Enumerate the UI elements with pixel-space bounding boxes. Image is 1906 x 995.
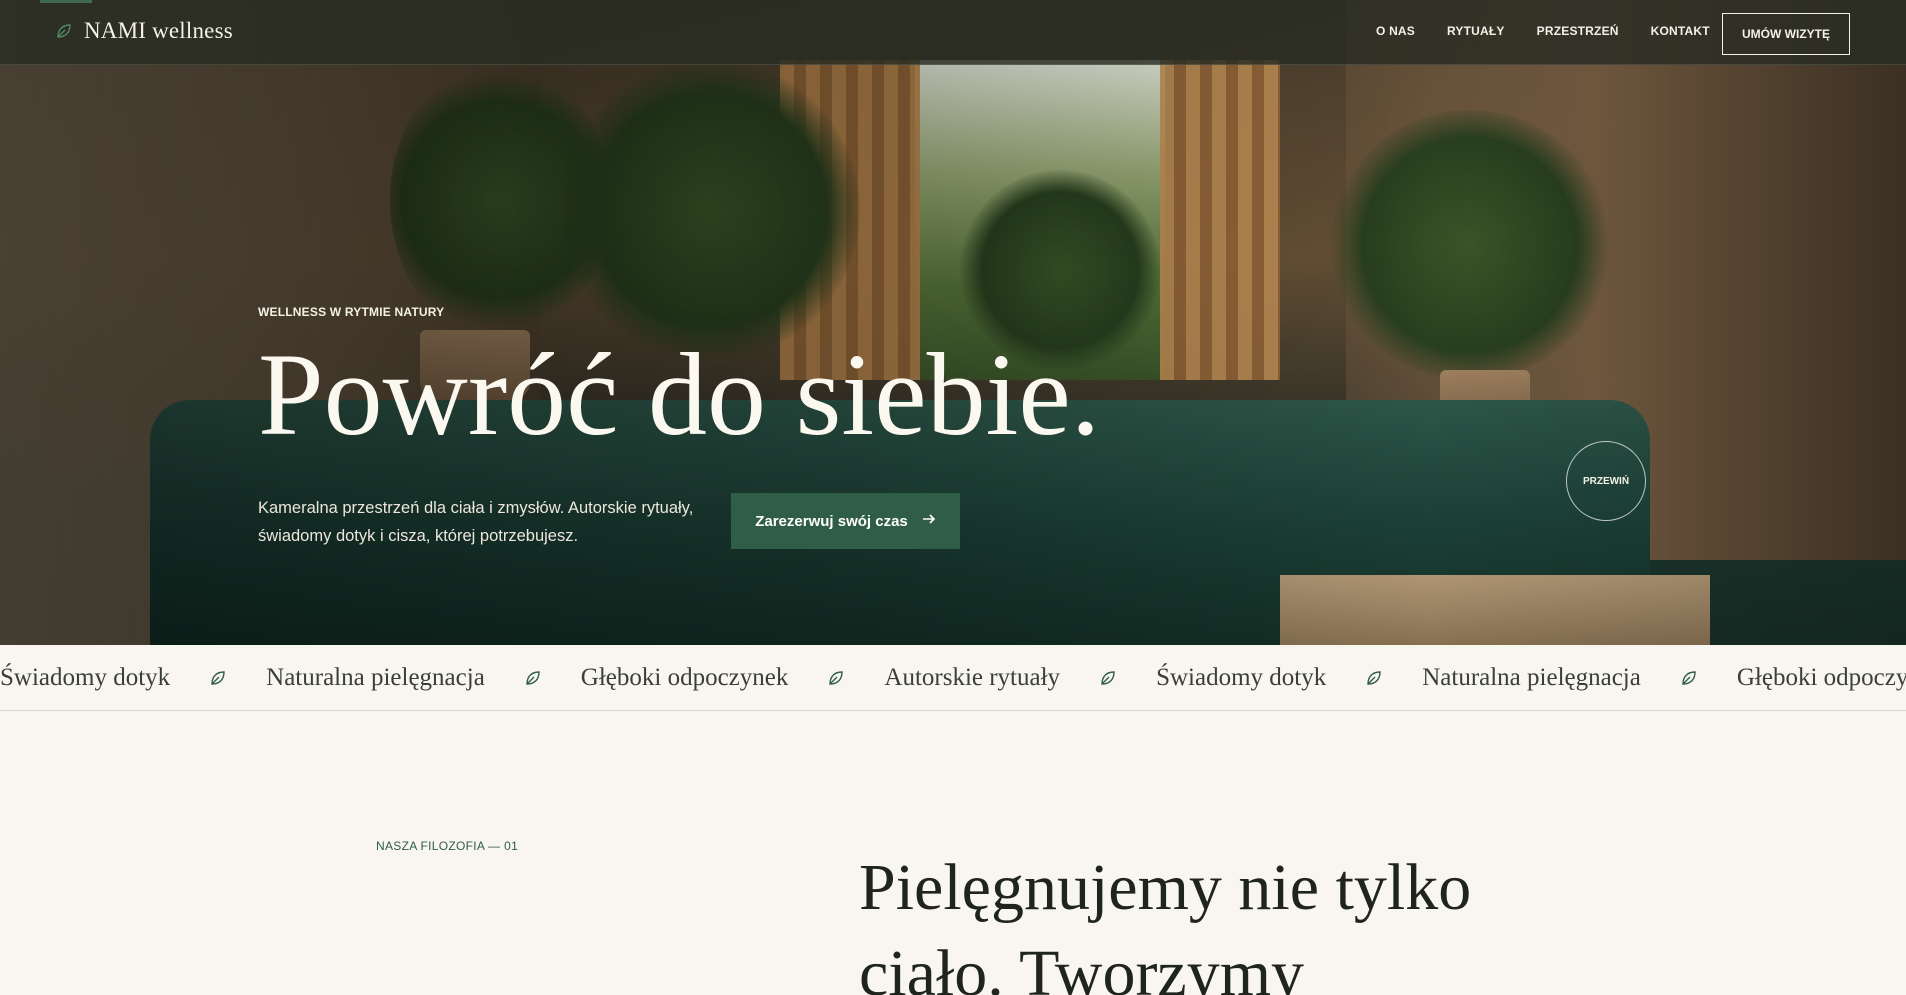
marquee-item: Autorskie rytuały <box>884 664 1061 691</box>
nav-accent-line <box>40 0 92 3</box>
leaf-icon <box>56 23 72 39</box>
philosophy-title: Pielęgnujemy nie tylko ciało. Tworzymy <box>859 845 1639 995</box>
leaf-icon <box>828 670 844 686</box>
hero-subtitle: Kameralna przestrzeń dla ciała i zmysłów… <box>258 494 718 550</box>
marquee-item: Świadomy dotyk <box>1156 664 1327 691</box>
marquee-item: Naturalna pielęgnacja <box>266 664 485 691</box>
section-label: NASZA FILOZOFIA — 01 <box>376 839 519 853</box>
hero-eyebrow: WELLNESS W RYTMIE NATURY <box>258 305 445 319</box>
philosophy-title-line: Pielęgnujemy nie tylko <box>859 851 1472 924</box>
marquee-item: Świadomy dotyk <box>0 664 171 691</box>
philosophy-title-line: ciało. Tworzymy <box>859 937 1305 995</box>
nav-link-kontakt[interactable]: KONTAKT <box>1651 24 1710 38</box>
reserve-button[interactable]: Zarezerwuj swój czas <box>731 493 960 549</box>
top-nav: NAMI wellness O NAS RYTUAŁY PRZESTRZEŃ K… <box>0 0 1906 65</box>
leaf-icon <box>1100 670 1116 686</box>
brand-logo[interactable]: NAMI wellness <box>56 18 233 44</box>
nav-link-rytualy[interactable]: RYTUAŁY <box>1447 24 1505 38</box>
hero-subtitle-line: Kameralna przestrzeń dla ciała i zmysłów… <box>258 499 694 517</box>
nav-link-o-nas[interactable]: O NAS <box>1376 24 1415 38</box>
hero-title: Powróć do siebie. <box>258 329 1101 460</box>
marquee-strip: Świadomy dotyk Naturalna pielęgnacja Głębo… <box>0 645 1906 711</box>
reserve-button-label: Zarezerwuj swój czas <box>755 512 908 530</box>
nav-links: O NAS RYTUAŁY PRZESTRZEŃ KONTAKT <box>1376 24 1710 38</box>
nav-link-przestrzen[interactable]: PRZESTRZEŃ <box>1537 24 1619 38</box>
leaf-icon <box>1366 670 1382 686</box>
marquee-item: Naturalna pielęgnacja <box>1422 664 1641 691</box>
book-visit-button[interactable]: UMÓW WIZYTĘ <box>1722 13 1850 55</box>
hero-subtitle-line: świadomy dotyk i cisza, której potrzebuj… <box>258 527 579 545</box>
marquee-track: Świadomy dotyk Naturalna pielęgnacja Głębo… <box>0 645 1906 710</box>
marquee-item: Głęboki odpoczynek <box>580 664 789 691</box>
brand-name: NAMI wellness <box>84 18 233 43</box>
leaf-icon <box>525 670 541 686</box>
leaf-icon <box>210 670 226 686</box>
scroll-down-button[interactable]: PRZEWIŃ <box>1566 441 1646 521</box>
leaf-icon <box>1681 670 1697 686</box>
arrow-right-icon <box>922 512 936 530</box>
marquee-item: Głęboki odpoczynek <box>1736 664 1906 691</box>
